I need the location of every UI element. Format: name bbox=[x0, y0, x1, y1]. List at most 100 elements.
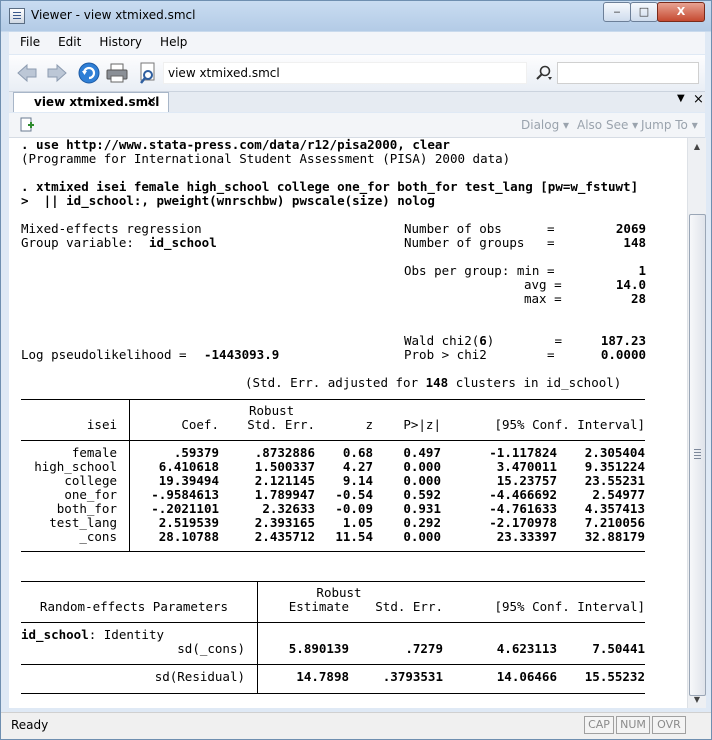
random-cell-se: .3793531 bbox=[382, 669, 443, 684]
num-lock-indicator: NUM bbox=[616, 716, 650, 734]
menu-file[interactable]: File bbox=[9, 32, 47, 49]
fixed-cell-lo: -2.170978 bbox=[489, 515, 557, 530]
minimize-button[interactable]: ‒ bbox=[603, 2, 631, 22]
search-input[interactable] bbox=[557, 62, 699, 84]
random-cell-est: 5.890139 bbox=[288, 641, 349, 656]
fixed-cell-coef: 28.10788 bbox=[158, 529, 219, 544]
random-cell-lo: 4.623113 bbox=[496, 641, 557, 656]
fixed-cell-p: 0.000 bbox=[403, 529, 441, 544]
re-group-name: id_school bbox=[21, 627, 89, 642]
scroll-thumb[interactable] bbox=[689, 214, 706, 696]
col-re-conf-interval: [95% Conf. Interval] bbox=[494, 599, 645, 614]
fixed-cell-se: 2.121145 bbox=[254, 473, 315, 488]
fixed-cell-lo: 23.33397 bbox=[496, 529, 557, 544]
tab-list-dropdown-icon[interactable]: ▼ bbox=[677, 93, 685, 104]
search-icon[interactable] bbox=[535, 64, 553, 82]
random-cell-se: .7279 bbox=[405, 641, 443, 656]
window-title: Viewer - view xtmixed.smcl bbox=[31, 8, 196, 22]
fixed-cell-coef: 19.39494 bbox=[158, 473, 219, 488]
random-cell-est: 14.7898 bbox=[296, 669, 349, 684]
vertical-scrollbar[interactable]: ▲ ▼ bbox=[687, 138, 706, 708]
fixed-cell-p: 0.931 bbox=[403, 501, 441, 516]
close-window-button[interactable]: X bbox=[657, 2, 705, 22]
fixed-cell-se: .8732886 bbox=[254, 445, 315, 460]
fixed-cell-hi: 7.210056 bbox=[584, 515, 645, 530]
col-pvalue: P>|z| bbox=[403, 417, 441, 432]
refresh-icon[interactable] bbox=[77, 61, 101, 85]
fixed-cell-p: 0.000 bbox=[403, 473, 441, 488]
fixed-cell-hi: 32.88179 bbox=[584, 529, 645, 544]
tab-view-xtmixed[interactable]: view xtmixed.smcl × bbox=[13, 92, 169, 112]
fixed-cell-p: 0.000 bbox=[403, 459, 441, 474]
col-estimate: Estimate bbox=[288, 599, 349, 614]
robust-header: Robust bbox=[249, 403, 295, 418]
fixed-cell-hi: 2.54977 bbox=[592, 487, 645, 502]
menu-bar: File Edit History Help bbox=[9, 32, 705, 54]
menu-help[interactable]: Help bbox=[149, 32, 194, 49]
fixed-cell-lo: -4.466692 bbox=[489, 487, 557, 502]
view-file-icon[interactable] bbox=[137, 61, 161, 85]
tab-label: view xtmixed.smcl bbox=[34, 95, 160, 109]
menu-history[interactable]: History bbox=[88, 32, 149, 49]
viewer-app-icon bbox=[9, 8, 25, 24]
viewer-content[interactable]: . use http://www.stata-press.com/data/r1… bbox=[9, 138, 687, 708]
fixed-cell-name: female bbox=[71, 445, 117, 460]
toolbar: view xtmixed.smcl bbox=[9, 55, 705, 92]
close-tab-icon[interactable]: × bbox=[146, 94, 157, 109]
scroll-up-arrow-icon[interactable]: ▲ bbox=[688, 138, 706, 155]
forward-arrow-icon[interactable] bbox=[45, 61, 69, 85]
tab-bar: view xtmixed.smcl × ▼ × bbox=[9, 92, 705, 112]
menu-edit[interactable]: Edit bbox=[47, 32, 88, 49]
fixed-cell-z: 1.05 bbox=[342, 515, 373, 530]
dialog-button[interactable]: Dialog ▾ bbox=[521, 118, 569, 132]
back-arrow-icon[interactable] bbox=[15, 61, 39, 85]
fixed-cell-coef: -.9584613 bbox=[151, 487, 219, 502]
fixed-cell-se: 1.500337 bbox=[254, 459, 315, 474]
fixed-cell-name: one_for bbox=[64, 487, 117, 502]
print-icon[interactable] bbox=[105, 61, 129, 85]
also-see-button[interactable]: Also See ▾ bbox=[577, 118, 638, 132]
fixed-cell-coef: 6.410618 bbox=[158, 459, 219, 474]
fixed-cell-hi: 23.55231 bbox=[584, 473, 645, 488]
fixed-cell-coef: -.2021101 bbox=[151, 501, 219, 516]
fixed-cell-se: 2.393165 bbox=[254, 515, 315, 530]
fixed-cell-p: 0.592 bbox=[403, 487, 441, 502]
re-group-label: id_school: Identity bbox=[21, 628, 164, 642]
fixed-cell-name: test_lang bbox=[49, 515, 117, 530]
col-coef: Coef. bbox=[181, 417, 219, 432]
caps-lock-indicator: CAP bbox=[584, 716, 614, 734]
random-cell-hi: 7.50441 bbox=[592, 641, 645, 656]
fixed-cell-z: -0.54 bbox=[335, 487, 373, 502]
fixed-cell-se: 1.789947 bbox=[254, 487, 315, 502]
address-field[interactable]: view xtmixed.smcl bbox=[163, 62, 527, 84]
maximize-button[interactable]: □ bbox=[630, 2, 658, 22]
fixed-cell-name: college bbox=[64, 473, 117, 488]
status-bar: Ready CAP NUM OVR bbox=[1, 712, 711, 739]
overwrite-indicator: OVR bbox=[652, 716, 686, 734]
fixed-cell-coef: 2.519539 bbox=[158, 515, 219, 530]
fixed-cell-name: both_for bbox=[56, 501, 117, 516]
fixed-cell-lo: -4.761633 bbox=[489, 501, 557, 516]
viewer-window: Viewer - view xtmixed.smcl ‒ □ X File Edi… bbox=[0, 0, 712, 740]
fixed-cell-hi: 2.305404 bbox=[584, 445, 645, 460]
status-text: Ready bbox=[11, 718, 49, 732]
fixed-cell-z: 0.68 bbox=[342, 445, 373, 460]
fixed-cell-se: 2.435712 bbox=[254, 529, 315, 544]
jump-to-button[interactable]: Jump To ▾ bbox=[641, 118, 698, 132]
col-stderr: Std. Err. bbox=[247, 417, 315, 432]
fixed-cell-lo: -1.117824 bbox=[489, 445, 557, 460]
col-re-params: Random-effects Parameters bbox=[39, 599, 229, 614]
scroll-down-arrow-icon[interactable]: ▼ bbox=[688, 691, 706, 708]
grip-icon bbox=[694, 449, 701, 459]
fixed-cell-hi: 9.351224 bbox=[584, 459, 645, 474]
re-group-type: : Identity bbox=[88, 627, 164, 642]
close-panel-icon[interactable]: × bbox=[693, 92, 704, 107]
viewer-subtoolbar: Dialog ▾ Also See ▾ Jump To ▾ bbox=[9, 113, 705, 138]
random-cell-name: sd(Residual) bbox=[154, 669, 245, 684]
fixed-cell-se: 2.32633 bbox=[262, 501, 315, 516]
fixed-cell-name: high_school bbox=[34, 459, 117, 474]
fixed-cell-p: 0.292 bbox=[403, 515, 441, 530]
random-cell-hi: 15.55232 bbox=[584, 669, 645, 684]
random-cell-lo: 14.06466 bbox=[496, 669, 557, 684]
new-viewer-tab-icon[interactable] bbox=[19, 117, 35, 133]
